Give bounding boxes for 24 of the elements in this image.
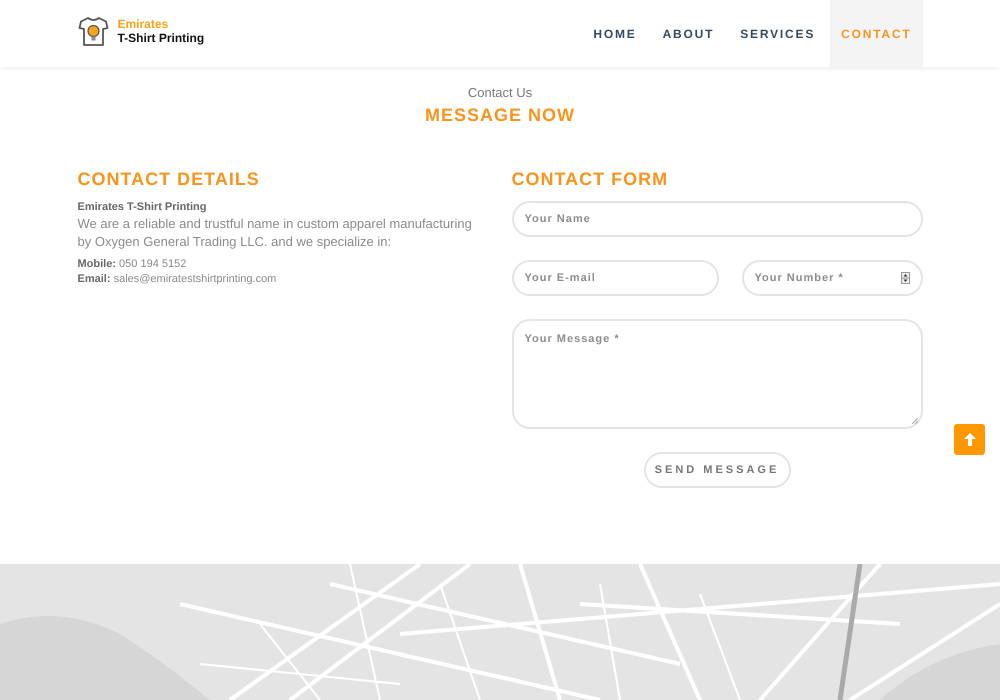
number-field[interactable]: Your Number *: [742, 260, 922, 296]
contact-info-line: Email: sales@emiratestshirtprinting.com: [78, 272, 278, 287]
nav-link[interactable]: ABOUT: [652, 0, 726, 67]
contact-info-line: Mobile: 050 194 5152: [78, 257, 188, 272]
resize-grip-icon[interactable]: [912, 418, 918, 424]
map-drawing[interactable]: [0, 564, 1000, 700]
input-field[interactable]: Your Name: [512, 201, 922, 237]
nav-link[interactable]: HOME: [582, 0, 648, 67]
message-field[interactable]: Your Message *: [512, 319, 922, 429]
logo-name: Emirates: [118, 17, 170, 31]
shirt-lightbulb-icon: [78, 16, 108, 46]
input-field[interactable]: Your E-mail: [512, 260, 718, 296]
section-title: MESSAGE NOW: [424, 104, 575, 126]
column-heading: CONTACT DETAILS: [78, 168, 261, 191]
spinner-icon[interactable]: [900, 272, 910, 284]
scroll-top-button[interactable]: [954, 424, 985, 455]
column-heading: CONTACT FORM: [512, 168, 670, 191]
arrow-up-icon: [964, 433, 976, 446]
section-subtitle: Contact Us: [468, 85, 532, 101]
company-name: Emirates T-Shirt Printing: [78, 200, 208, 214]
company-description: We are a reliable and trustful name in custom apparel manufacturing by Oxygen General Trading LLC. and we specialize in:: [78, 215, 473, 251]
nav-link[interactable]: SERVICES: [729, 0, 826, 67]
logo-tagline: T-Shirt Printing: [118, 31, 204, 45]
send-message-button[interactable]: SEND MESSAGE: [644, 452, 790, 488]
